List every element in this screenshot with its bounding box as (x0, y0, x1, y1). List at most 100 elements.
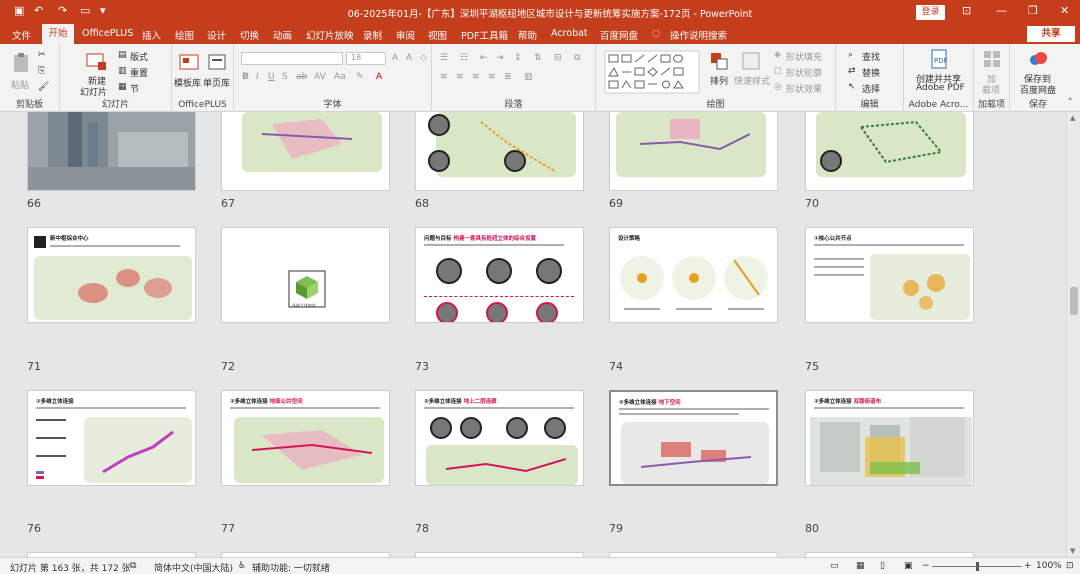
zoom-slider-thumb[interactable] (976, 562, 979, 571)
tab-view[interactable]: 视图 (428, 28, 447, 42)
adobe-pdf-icon[interactable]: PDF (928, 48, 950, 70)
font-size-combo[interactable]: 18 (346, 52, 386, 65)
slide-thumbnail[interactable]: ②多维立体连接 地上二层连廊 (415, 390, 584, 486)
baidu-disk-button[interactable]: 百度网盘 (1020, 83, 1056, 96)
login-button[interactable]: 登录 (916, 5, 945, 20)
tab-file[interactable]: 文件 (12, 28, 31, 42)
underline-icon[interactable]: U (268, 72, 275, 82)
paste-button[interactable]: 粘贴 (11, 78, 29, 91)
scroll-thumb[interactable] (1070, 287, 1078, 315)
normal-view-icon[interactable]: ▭ (830, 561, 839, 571)
distribute-icon[interactable]: ≣ (504, 72, 512, 82)
layout-button[interactable]: 版式 (130, 50, 148, 63)
bold-icon[interactable]: B (242, 72, 249, 82)
font-name-combo[interactable] (241, 52, 343, 65)
font-color-icon[interactable]: A (376, 72, 382, 82)
select-button[interactable]: 选择 (862, 82, 880, 95)
baidu-cloud-icon[interactable] (1027, 48, 1049, 70)
slide-thumbnail[interactable]: 多维立体构架 (221, 227, 390, 323)
slide-thumbnail-selected[interactable]: ②多维立体连接 地下空间 (609, 390, 778, 486)
tab-acrobat[interactable]: Acrobat (551, 28, 588, 39)
align-left-icon[interactable]: ≡ (440, 72, 448, 82)
redo-icon[interactable]: ↷ (58, 4, 67, 17)
align-right-icon[interactable]: ≡ (472, 72, 480, 82)
shape-outline-button[interactable]: 形状轮廓 (786, 66, 822, 79)
replace-button[interactable]: 替换 (862, 66, 880, 79)
line-spacing-icon[interactable]: ↕ (514, 53, 522, 63)
present-icon[interactable]: ▭ (80, 4, 90, 17)
justify-icon[interactable]: ≡ (488, 72, 496, 82)
tab-slideshow[interactable]: 幻灯片放映 (306, 28, 354, 42)
numbering-icon[interactable]: ☷ (460, 53, 468, 63)
shape-fill-button[interactable]: 形状填充 (786, 50, 822, 63)
slide-thumbnail[interactable]: ②多维立体连接 双路街道布 (805, 390, 974, 486)
addins-icon[interactable] (981, 48, 1003, 70)
strikethrough-icon[interactable]: ab (296, 72, 307, 82)
find-button[interactable]: 查找 (862, 50, 880, 63)
slide-thumbnail[interactable] (415, 112, 584, 191)
tab-review[interactable]: 审阅 (396, 28, 415, 42)
align-text-icon[interactable]: ⊟ (554, 53, 562, 63)
tab-animations[interactable]: 动画 (273, 28, 292, 42)
scroll-down-icon[interactable]: ▼ (1070, 547, 1075, 555)
shrink-font-icon[interactable]: A (406, 53, 412, 63)
copy-icon[interactable]: ⎘ (38, 66, 45, 76)
template-library-button[interactable]: 模板库 (174, 76, 201, 89)
template-icon[interactable] (178, 52, 200, 74)
shadow-icon[interactable]: S (282, 72, 288, 82)
zoom-out-icon[interactable]: − (922, 561, 930, 571)
tab-officeplus[interactable]: OfficePLUS (82, 28, 133, 39)
arrange-icon[interactable] (708, 50, 730, 72)
slide-thumbnail[interactable]: ②多维立体连接 (27, 390, 196, 486)
shapes-gallery[interactable] (604, 50, 700, 94)
adobe-pdf-button[interactable]: Adobe PDF (916, 83, 965, 93)
tab-draw[interactable]: 绘图 (175, 28, 194, 42)
text-direction-icon[interactable]: ⇅ (534, 53, 542, 63)
reset-button[interactable]: 重置 (130, 66, 148, 79)
bullets-icon[interactable]: ☰ (440, 53, 448, 63)
ribbon-display-icon[interactable]: ⊡ (962, 4, 971, 17)
tab-record[interactable]: 录制 (363, 28, 382, 42)
accessibility-status[interactable]: 辅助功能: 一切就绪 (252, 561, 330, 574)
new-slide-icon[interactable] (85, 50, 107, 72)
quick-style-icon[interactable] (740, 50, 762, 72)
change-case-icon[interactable]: Aa (334, 72, 346, 82)
slide-sorter-view-icon[interactable]: ▦ (856, 561, 865, 571)
spellcheck-icon[interactable]: ⧉ (130, 561, 136, 571)
grow-font-icon[interactable]: A (392, 53, 398, 63)
italic-icon[interactable]: I (256, 72, 259, 82)
slide-thumbnail[interactable]: ①核心公共节点 (805, 227, 974, 323)
decrease-indent-icon[interactable]: ⇤ (480, 53, 488, 63)
scroll-up-icon[interactable]: ▲ (1070, 114, 1075, 122)
tab-transitions[interactable]: 切换 (240, 28, 259, 42)
format-painter-icon[interactable]: 🖌 (38, 82, 49, 92)
arrange-button[interactable]: 排列 (710, 74, 728, 87)
slide-thumbnail[interactable] (805, 112, 974, 191)
quick-style-button[interactable]: 快速样式 (734, 74, 770, 87)
smartart-icon[interactable]: ⧉ (574, 53, 580, 63)
tell-me-search[interactable]: 操作说明搜索 (670, 28, 727, 42)
slide-thumbnail[interactable] (609, 112, 778, 191)
shape-effect-button[interactable]: 形状效果 (786, 82, 822, 95)
customize-icon[interactable]: ▾ (100, 4, 106, 17)
tab-baidu[interactable]: 百度网盘 (600, 28, 638, 42)
slide-thumbnail[interactable] (221, 112, 390, 191)
columns-icon[interactable]: ▥ (524, 72, 533, 82)
close-icon[interactable]: ✕ (1060, 4, 1069, 17)
fit-window-icon[interactable]: ⊡ (1066, 561, 1074, 571)
slideshow-view-icon[interactable]: ▣ (904, 561, 913, 571)
align-center-icon[interactable]: ≡ (456, 72, 464, 82)
vertical-scrollbar[interactable]: ▲ ▼ (1066, 112, 1080, 557)
tab-pdf-toolbox[interactable]: PDF工具箱 (461, 28, 508, 42)
tab-insert[interactable]: 插入 (142, 28, 161, 42)
tab-design[interactable]: 设计 (207, 28, 226, 42)
zoom-level[interactable]: 100% (1036, 561, 1062, 571)
collapse-ribbon-icon[interactable]: ˄ (1068, 98, 1073, 108)
slide-thumbnail[interactable]: 问题与目标 构建一套具有枢纽立体的综合设置 (415, 227, 584, 323)
tab-help[interactable]: 帮助 (518, 28, 537, 42)
zoom-in-icon[interactable]: + (1024, 561, 1032, 571)
save-icon[interactable]: ▣ (14, 4, 24, 17)
slide-thumbnail[interactable]: 设计策略 (609, 227, 778, 323)
clear-format-icon[interactable]: ◇ (420, 53, 427, 63)
reading-view-icon[interactable]: ▯ (880, 561, 885, 571)
